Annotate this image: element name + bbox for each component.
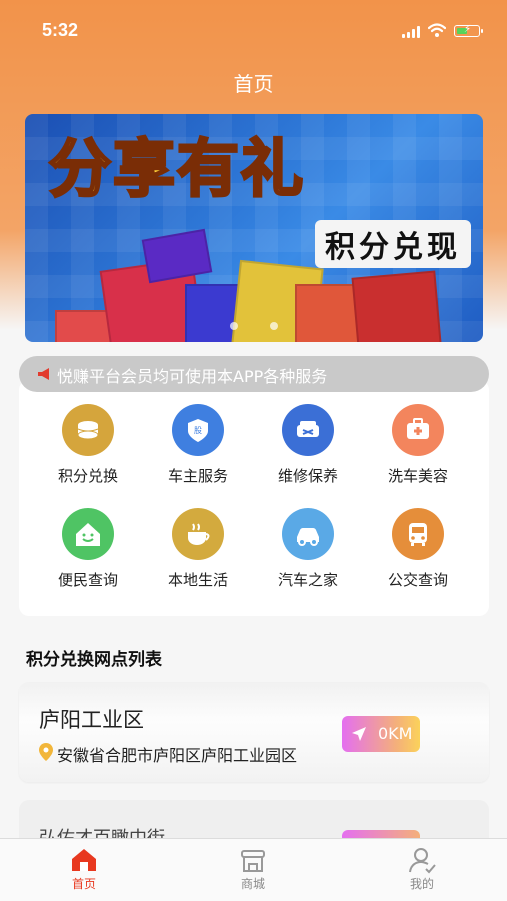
status-time: 5:32 [42, 20, 79, 40]
tab-bar: 首页 商城 我的 [0, 838, 507, 901]
megaphone-icon [38, 368, 49, 380]
coffee-cup-icon [172, 508, 224, 560]
battery-icon: ⚡ [454, 24, 483, 37]
tab-store-label: 商城 [240, 877, 265, 891]
carousel-dot[interactable] [270, 322, 278, 330]
svg-text:股: 股 [194, 426, 202, 435]
outlet-name: 庐阳工业区 [39, 708, 144, 732]
first-aid-icon [392, 404, 444, 456]
service-item[interactable]: 本地生活 [143, 508, 253, 590]
status-bar: 5:32 ⚡ [0, 0, 507, 58]
service-item[interactable]: 汽车之家 [253, 508, 363, 590]
repair-car-icon [282, 404, 334, 456]
tab-store[interactable]: 商城 [203, 845, 303, 892]
promo-banner[interactable]: 分享有礼 积分兑现 [25, 114, 483, 342]
tab-home[interactable]: 首页 [34, 845, 134, 892]
outlet-card[interactable]: 庐阳工业区 安徽省合肥市庐阳区庐阳工业园区 0KM [19, 682, 489, 782]
distance-button[interactable]: 0KM [342, 716, 420, 752]
navigate-arrow-icon [352, 727, 366, 741]
service-item[interactable]: 股车主服务 [143, 404, 253, 486]
banner-headline: 分享有礼 [47, 131, 306, 207]
store-icon [241, 850, 265, 872]
badge-icon: 股 [172, 404, 224, 456]
tab-mine-label: 我的 [409, 877, 434, 891]
outlet-address: 安徽省合肥市庐阳区庐阳工业园区 [57, 746, 298, 765]
location-pin-icon [39, 743, 53, 761]
service-label: 公交查询 [387, 571, 448, 589]
service-item[interactable]: 公交查询 [363, 508, 473, 590]
page-title: 首页 [233, 72, 274, 96]
service-label: 洗车美容 [387, 467, 448, 485]
car-icon [282, 508, 334, 560]
service-item[interactable]: 洗车美容 [363, 404, 473, 486]
notice-text: 悦赚平台会员均可使用本APP各种服务 [57, 367, 328, 386]
service-item[interactable]: 积分兑换 [33, 404, 143, 486]
tab-mine[interactable]: 我的 [372, 845, 472, 892]
bus-icon [392, 508, 444, 560]
service-item[interactable]: 便民查询 [33, 508, 143, 590]
service-item[interactable]: 维修保养 [253, 404, 363, 486]
tab-home-label: 首页 [71, 877, 96, 891]
distance-value: 0KM [378, 724, 413, 743]
service-label: 便民查询 [57, 571, 118, 589]
wifi-icon [428, 23, 446, 37]
coins-icon [62, 404, 114, 456]
banner-subline: 积分兑现 [315, 220, 471, 268]
notice-bar[interactable]: 悦赚平台会员均可使用本APP各种服务 [19, 356, 489, 392]
service-label: 本地生活 [167, 571, 228, 589]
smiley-house-icon [62, 508, 114, 560]
home-icon [72, 849, 96, 871]
service-label: 汽车之家 [277, 571, 338, 589]
user-icon [409, 848, 436, 874]
service-label: 维修保养 [277, 467, 338, 485]
cellular-signal-icon [402, 26, 422, 38]
section-title: 积分兑换网点列表 [26, 650, 162, 670]
service-label: 积分兑换 [57, 467, 118, 485]
service-label: 车主服务 [167, 467, 228, 485]
carousel-dot[interactable] [230, 322, 238, 330]
